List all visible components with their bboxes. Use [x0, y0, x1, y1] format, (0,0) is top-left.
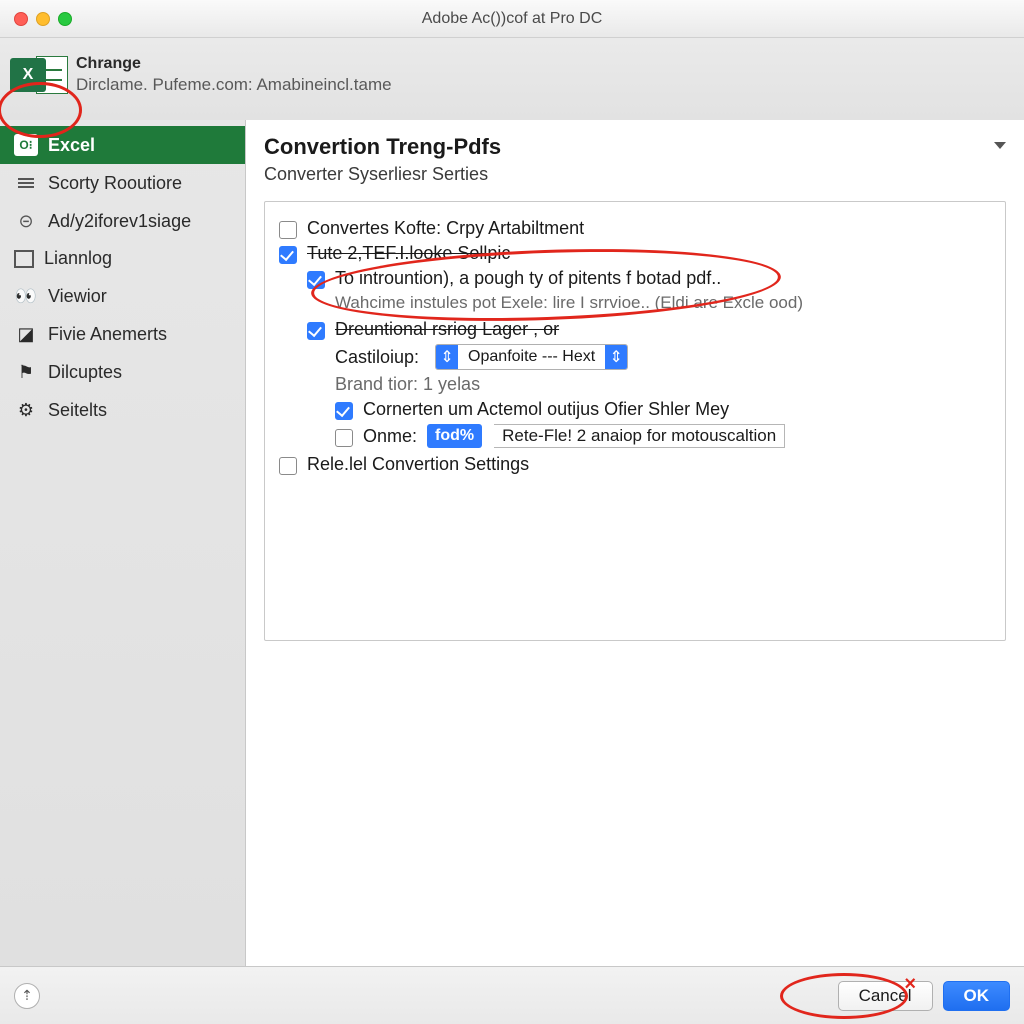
chevron-up-down-icon: ⇕: [605, 345, 627, 369]
sidebar-item-label: Fivie Anemerts: [48, 324, 167, 345]
chevron-up-down-icon: ⇕: [436, 345, 458, 369]
sidebar-item-fivie[interactable]: ◪ Fivie Anemerts: [0, 315, 245, 353]
checkbox-icon[interactable]: [307, 271, 325, 289]
percent-badge: fod%: [427, 424, 482, 448]
window-titlebar: Adobe Ac())cof at Pro DC: [0, 0, 1024, 38]
sidebar-item-label: Seitelts: [48, 400, 107, 421]
sidebar: O⁝ Excel Scorty Rooutiore ⊝ Ad/y2iforev1…: [0, 120, 246, 966]
sidebar-item-excel[interactable]: O⁝ Excel: [0, 126, 245, 164]
option-converteskofte[interactable]: Convertes Kofte: Crpy Artabiltment: [279, 218, 991, 239]
options-panel: Convertes Kofte: Crpy Artabiltment Tute …: [264, 201, 1006, 641]
sidebar-item-dilcuptes[interactable]: ⚑ Dilcuptes: [0, 353, 245, 391]
checkbox-icon[interactable]: [279, 246, 297, 264]
cancel-button[interactable]: Cancel: [838, 981, 933, 1011]
option-label: Cornerten um Actemol outijus Ofier Shler…: [363, 399, 729, 420]
select-value: Opanfoite --- Hext: [458, 345, 605, 369]
button-label: OK: [964, 986, 990, 1006]
checkbox-icon[interactable]: [279, 221, 297, 239]
option-tute2[interactable]: Tute 2,TEF.I.looke Sollpic: [279, 243, 991, 264]
close-window-icon[interactable]: [14, 12, 28, 26]
option-label: Dreuntional rsriog Lager , or: [335, 319, 559, 340]
option-label: To intrountion), a pough ty of pitents f…: [335, 268, 721, 289]
traffic-lights: [0, 12, 72, 26]
attachments-icon: ◪: [14, 323, 38, 345]
castiloiup-select[interactable]: ⇕ Opanfoite --- Hext ⇕: [435, 344, 628, 370]
zoom-window-icon[interactable]: [58, 12, 72, 26]
document-lines-icon: [14, 172, 38, 194]
sidebar-item-scorty[interactable]: Scorty Rooutiore: [0, 164, 245, 202]
field-label: Castiloiup:: [335, 347, 419, 368]
sidebar-item-label: Dilcuptes: [48, 362, 122, 383]
option-cornerten[interactable]: Cornerten um Actemol outijus Ofier Shler…: [335, 399, 991, 420]
info-icon: ⇡: [21, 987, 33, 1004]
checkbox-icon[interactable]: [279, 457, 297, 475]
sidebar-item-label: Excel: [48, 135, 95, 156]
page-subtitle: Converter Syserliesr Serties: [264, 164, 501, 185]
flag-icon: ⚑: [14, 361, 38, 383]
sidebar-item-label: Ad/y2iforev1siage: [48, 211, 191, 232]
toggle-icon: ⊝: [14, 210, 38, 232]
view-icon: 👀: [14, 285, 38, 307]
window-icon: [14, 250, 34, 268]
ok-button[interactable]: OK: [943, 981, 1011, 1011]
excel-icon: O⁝: [14, 134, 38, 156]
header-title: Chrange: [76, 55, 392, 73]
option-relelel[interactable]: Rele.lel Convertion Settings: [279, 454, 991, 475]
static-text: Brand tior: 1 yelas: [335, 374, 480, 395]
checkbox-icon[interactable]: [307, 322, 325, 340]
option-label: Onme:: [363, 426, 417, 447]
checkbox-icon[interactable]: [335, 429, 353, 447]
document-header: X Chrange Dirclame. Pufeme.com: Amabinei…: [0, 38, 1024, 120]
sidebar-item-label: Viewior: [48, 286, 107, 307]
sidebar-item-viewior[interactable]: 👀 Viewior: [0, 277, 245, 315]
sidebar-item-label: Liannlog: [44, 248, 112, 269]
badge-after-text: Rete-Fle! 2 anaiop for motouscaltion: [494, 424, 785, 448]
excel-app-icon: X: [10, 52, 68, 98]
settings-icon: ⚙: [14, 399, 38, 421]
minimize-window-icon[interactable]: [36, 12, 50, 26]
option-label: Rele.lel Convertion Settings: [307, 454, 529, 475]
sidebar-item-label: Scorty Rooutiore: [48, 173, 182, 194]
field-castiloiup: Castiloiup: ⇕ Opanfoite --- Hext ⇕: [335, 344, 991, 370]
option-onme[interactable]: Onme: fod% Rete-Fle! 2 anaiop for motous…: [335, 424, 991, 448]
page-title: Convertion Treng-Pdfs: [264, 134, 501, 160]
chevron-down-icon[interactable]: [994, 142, 1006, 149]
sidebar-item-adly[interactable]: ⊝ Ad/y2iforev1siage: [0, 202, 245, 240]
dialog-footer: ⇡ Cancel OK ×: [0, 966, 1024, 1024]
content-pane: Convertion Treng-Pdfs Converter Syserlie…: [246, 120, 1024, 966]
checkbox-icon[interactable]: [335, 402, 353, 420]
sidebar-item-seitelts[interactable]: ⚙ Seitelts: [0, 391, 245, 429]
option-label: Tute 2,TEF.I.looke Sollpic: [307, 243, 510, 264]
help-button[interactable]: ⇡: [14, 983, 40, 1009]
option-note: Wahcime instules pot Exele: lire I srrvi…: [335, 293, 991, 313]
option-label: Convertes Kofte: Crpy Artabiltment: [307, 218, 584, 239]
window-title: Adobe Ac())cof at Pro DC: [422, 10, 603, 28]
option-intrountion[interactable]: To intrountion), a pough ty of pitents f…: [307, 268, 991, 289]
annotation-x-mark: ×: [904, 973, 916, 996]
header-subtitle: Dirclame. Pufeme.com: Amabineincl.tame: [76, 75, 392, 95]
brand-tior-label: Brand tior: 1 yelas: [335, 374, 991, 395]
sidebar-item-liannlog[interactable]: Liannlog: [0, 240, 245, 277]
option-dreuntional[interactable]: Dreuntional rsriog Lager , or: [307, 319, 991, 340]
